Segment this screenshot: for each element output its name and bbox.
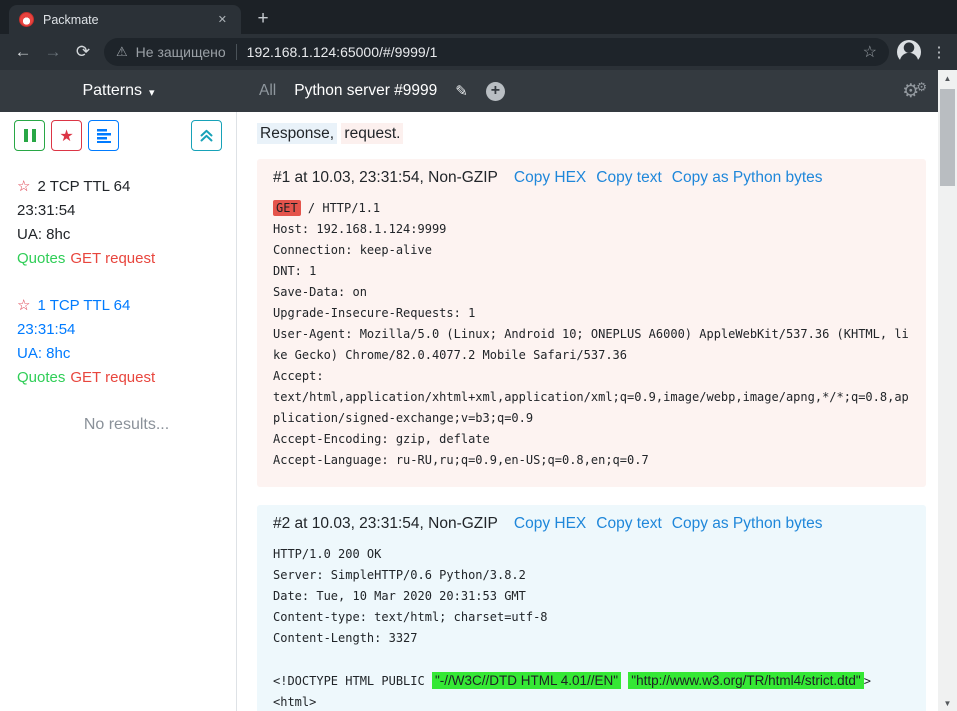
browser-toolbar: ← → ⟳ ⚠ Не защищено 192.168.1.124:65000/… xyxy=(0,34,957,70)
tag-quotes: Quotes xyxy=(17,369,65,386)
stream-list: ☆ 2 TCP TTL 64 23:31:54 UA: 8hc Quotes GET… xyxy=(0,175,236,437)
tab-current-service[interactable]: Python server #9999 xyxy=(294,82,437,100)
patterns-dropdown[interactable]: Patterns ▾ xyxy=(0,82,237,100)
copy-text-link[interactable]: Copy text xyxy=(596,169,661,187)
tag-get-request: GET request xyxy=(70,250,155,267)
plus-icon: + xyxy=(491,83,500,99)
packet-title: #1 at 10.03, 23:31:54, Non-GZIP xyxy=(273,169,498,187)
tab-all-services[interactable]: All xyxy=(259,82,276,100)
patterns-label: Patterns xyxy=(82,82,142,100)
stream-title: 2 TCP TTL 64 xyxy=(37,178,130,195)
edit-service-icon[interactable]: ✎ xyxy=(455,82,468,100)
url-text[interactable]: 192.168.1.124:65000/#/9999/1 xyxy=(247,44,438,60)
app-header: Patterns ▾ All Python server #9999 ✎ + ⚙… xyxy=(0,70,957,112)
tag-get-request: GET request xyxy=(70,369,155,386)
stream-tags: Quotes GET request xyxy=(17,366,236,390)
star-icon: ★ xyxy=(59,126,73,146)
stream-tags: Quotes GET request xyxy=(17,247,236,271)
filter-summary: Response, request. xyxy=(257,125,926,143)
packet-body: GET / HTTP/1.1 Host: 192.168.1.124:9999 … xyxy=(273,198,910,471)
stream-item[interactable]: ☆ 2 TCP TTL 64 23:31:54 UA: 8hc Quotes GET… xyxy=(17,175,236,271)
sidebar-toolbar: ★ xyxy=(14,120,222,151)
content-area: ★ ☆ 2 TCP TTL 64 23:31:54 UA: 8hc xyxy=(0,112,957,711)
packet-body: HTTP/1.0 200 OK Server: SimpleHTTP/0.6 P… xyxy=(273,544,910,711)
favorites-button[interactable]: ★ xyxy=(51,120,82,151)
tag-quotes: Quotes xyxy=(17,250,65,267)
close-tab-icon[interactable]: ✕ xyxy=(214,11,231,28)
list-filter-button[interactable] xyxy=(88,120,119,151)
add-service-button[interactable]: + xyxy=(486,82,505,101)
back-button[interactable]: ← xyxy=(8,42,38,62)
stream-ua: UA: 8hc xyxy=(17,342,236,366)
browser-tab[interactable]: Packmate ✕ xyxy=(9,5,241,34)
stream-title-row: ☆ 2 TCP TTL 64 xyxy=(17,175,236,199)
angles-up-icon xyxy=(199,128,214,143)
stream-title-row: ☆ 1 TCP TTL 64 xyxy=(17,294,236,318)
copy-hex-link[interactable]: Copy HEX xyxy=(514,515,586,533)
stream-time: 23:31:54 xyxy=(17,199,236,223)
streams-sidebar: ★ ☆ 2 TCP TTL 64 23:31:54 UA: 8hc xyxy=(0,112,237,711)
packet-card-response: #2 at 10.03, 23:31:54, Non-GZIP Copy HEX… xyxy=(257,505,926,711)
copy-python-bytes-link[interactable]: Copy as Python bytes xyxy=(672,169,823,187)
filter-term-response: Response, xyxy=(257,123,337,144)
forward-button[interactable]: → xyxy=(38,42,68,62)
string-highlight: "-//W3C//DTD HTML 4.01//EN" xyxy=(432,672,621,689)
browser-window: Packmate ✕ + ← → ⟳ ⚠ Не защищено 192.168… xyxy=(0,0,957,711)
http-method-highlight: GET xyxy=(273,200,301,216)
response-headers: HTTP/1.0 200 OK Server: SimpleHTTP/0.6 P… xyxy=(273,547,548,688)
service-tabs: All Python server #9999 ✎ + xyxy=(259,82,505,101)
copy-text-link[interactable]: Copy text xyxy=(596,515,661,533)
filter-term-request: request. xyxy=(341,123,403,144)
scroll-down-icon[interactable]: ▼ xyxy=(944,695,952,711)
reload-button[interactable]: ⟳ xyxy=(68,42,98,62)
pause-button[interactable] xyxy=(14,120,45,151)
favorite-star-icon[interactable]: ☆ xyxy=(17,297,30,314)
favorite-star-icon[interactable]: ☆ xyxy=(17,178,30,195)
security-warning-label[interactable]: Не защищено xyxy=(136,44,226,60)
profile-avatar-icon[interactable] xyxy=(897,40,921,64)
page-scrollbar[interactable]: ▲ ▼ xyxy=(938,70,957,711)
stream-item-selected[interactable]: ☆ 1 TCP TTL 64 23:31:54 UA: 8hc Quotes GET… xyxy=(17,294,236,390)
request-headers: Host: 192.168.1.124:9999 Connection: kee… xyxy=(273,222,909,467)
packet-view: Response, request. #1 at 10.03, 23:31:54… xyxy=(237,112,957,711)
not-secure-warning-icon: ⚠ xyxy=(116,44,128,60)
stream-title: 1 TCP TTL 64 xyxy=(37,297,130,314)
settings-gears-icon[interactable]: ⚙⚙ xyxy=(902,80,927,103)
caret-down-icon: ▾ xyxy=(149,86,155,99)
align-left-icon xyxy=(97,129,111,143)
packet-header: #2 at 10.03, 23:31:54, Non-GZIP Copy HEX… xyxy=(273,515,910,533)
page-viewport: Patterns ▾ All Python server #9999 ✎ + ⚙… xyxy=(0,70,957,711)
new-tab-button[interactable]: + xyxy=(249,5,277,33)
collapse-button[interactable] xyxy=(191,120,222,151)
copy-hex-link[interactable]: Copy HEX xyxy=(514,169,586,187)
gear-small-icon: ⚙ xyxy=(916,80,927,94)
packet-header: #1 at 10.03, 23:31:54, Non-GZIP Copy HEX… xyxy=(273,169,910,187)
browser-menu-icon[interactable]: ⋮ xyxy=(929,43,949,61)
scroll-up-icon[interactable]: ▲ xyxy=(944,70,952,86)
scrollbar-thumb[interactable] xyxy=(940,89,955,186)
string-highlight: "http://www.w3.org/TR/html4/strict.dtd" xyxy=(628,672,863,689)
copy-python-bytes-link[interactable]: Copy as Python bytes xyxy=(672,515,823,533)
no-results-label: No results... xyxy=(17,413,236,437)
address-bar[interactable]: ⚠ Не защищено 192.168.1.124:65000/#/9999… xyxy=(104,38,889,66)
stream-ua: UA: 8hc xyxy=(17,223,236,247)
tab-title: Packmate xyxy=(43,13,205,27)
pause-icon xyxy=(24,129,36,142)
request-line: / HTTP/1.1 xyxy=(301,201,380,215)
packmate-favicon-icon xyxy=(19,12,34,27)
bookmark-star-icon[interactable]: ☆ xyxy=(863,42,877,62)
packet-card-request: #1 at 10.03, 23:31:54, Non-GZIP Copy HEX… xyxy=(257,159,926,487)
stream-time: 23:31:54 xyxy=(17,318,236,342)
omnibox-divider xyxy=(236,44,237,60)
tab-strip: Packmate ✕ + xyxy=(0,0,957,34)
packet-title: #2 at 10.03, 23:31:54, Non-GZIP xyxy=(273,515,498,533)
